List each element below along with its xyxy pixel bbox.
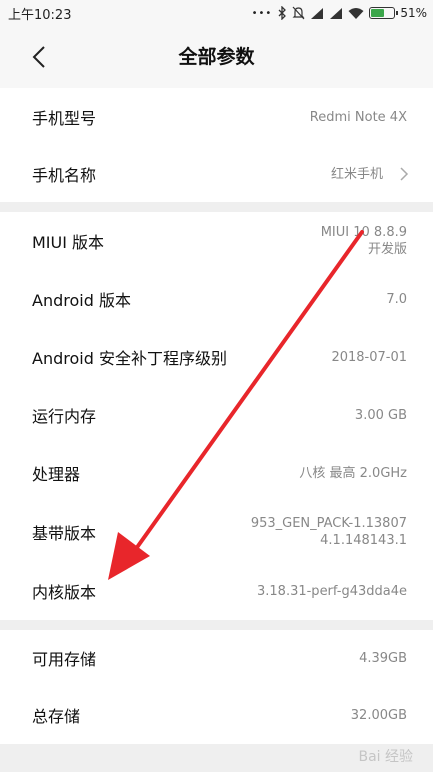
wifi-icon [348,7,364,19]
row-label: 手机名称 [32,166,97,185]
row-total-storage: 总存储 32.00GB [0,686,433,744]
row-value: MIUI 10 8.8.9 开发版 [321,224,407,258]
header: 全部参数 [0,26,433,88]
row-kernel-version: 内核版本 3.18.31-perf-g43dda4e [0,562,433,620]
signal-icon [330,7,343,19]
row-label: 内核版本 [32,583,97,602]
row-value-line: 953_GEN_PACK-1.13807 [250,516,407,531]
row-label: 可用存储 [32,650,97,669]
status-bar: 上午10:23 ••• 51% [0,0,433,26]
battery-charging-icon [369,7,399,19]
row-value: 3.00 GB [354,407,407,423]
battery-fill [371,9,384,17]
chevron-right-icon [400,167,409,181]
row-value: 7.0 [386,291,407,307]
row-value: 2018-07-01 [331,349,407,365]
row-label: Android 安全补丁程序级别 [32,349,227,368]
row-android-version: Android 版本 7.0 [0,270,433,328]
status-time: 上午10:23 [8,8,72,23]
row-value: 953_GEN_PACK-1.13807 4.1.148143.1 [251,515,407,549]
row-phone-model: 手机型号 Redmi Note 4X [0,88,433,146]
watermark-logo: Bai 经验 [358,749,413,765]
settings-group-device: 手机型号 Redmi Note 4X 手机名称 红米手机 [0,88,433,202]
row-available-storage: 可用存储 4.39GB [0,630,433,686]
row-processor: 处理器 八核 最高 2.0GHz [0,444,433,502]
row-label: 总存储 [32,707,81,726]
row-miui-version: MIUI 版本 MIUI 10 8.8.9 开发版 [0,212,433,270]
row-ram: 运行内存 3.00 GB [0,386,433,444]
row-label: 运行内存 [32,407,97,426]
row-value-line: 4.1.148143.1 [320,533,407,548]
status-icons: ••• 51% [252,3,427,23]
row-label: 基带版本 [32,524,97,543]
row-value-line: MIUI 10 8.8.9 [320,225,407,240]
row-label: 处理器 [32,465,81,484]
battery-percent: 51% [400,6,427,20]
mute-icon [292,6,305,20]
row-value: 4.39GB [359,650,407,666]
row-label: Android 版本 [32,291,131,310]
signal-icon [311,7,324,19]
row-value: 红米手机 [330,166,383,182]
row-label: 手机型号 [32,109,97,128]
settings-group-storage: 可用存储 4.39GB 总存储 32.00GB [0,630,433,744]
row-baseband-version: 基带版本 953_GEN_PACK-1.13807 4.1.148143.1 [0,502,433,562]
row-value-line: 开发版 [367,242,407,257]
row-phone-name[interactable]: 手机名称 红米手机 [0,146,433,202]
notification-dots: ••• [251,7,273,19]
page-title: 全部参数 [178,46,255,68]
settings-group-specs: MIUI 版本 MIUI 10 8.8.9 开发版 Android 版本 7.0… [0,212,433,620]
row-value: 八核 最高 2.0GHz [299,465,407,481]
row-value: Redmi Note 4X [309,109,407,125]
row-security-patch: Android 安全补丁程序级别 2018-07-01 [0,328,433,386]
bluetooth-icon [278,6,287,20]
row-label: MIUI 版本 [32,233,105,252]
row-value: 3.18.31-perf-g43dda4e [257,583,407,599]
row-value: 32.00GB [350,707,407,723]
